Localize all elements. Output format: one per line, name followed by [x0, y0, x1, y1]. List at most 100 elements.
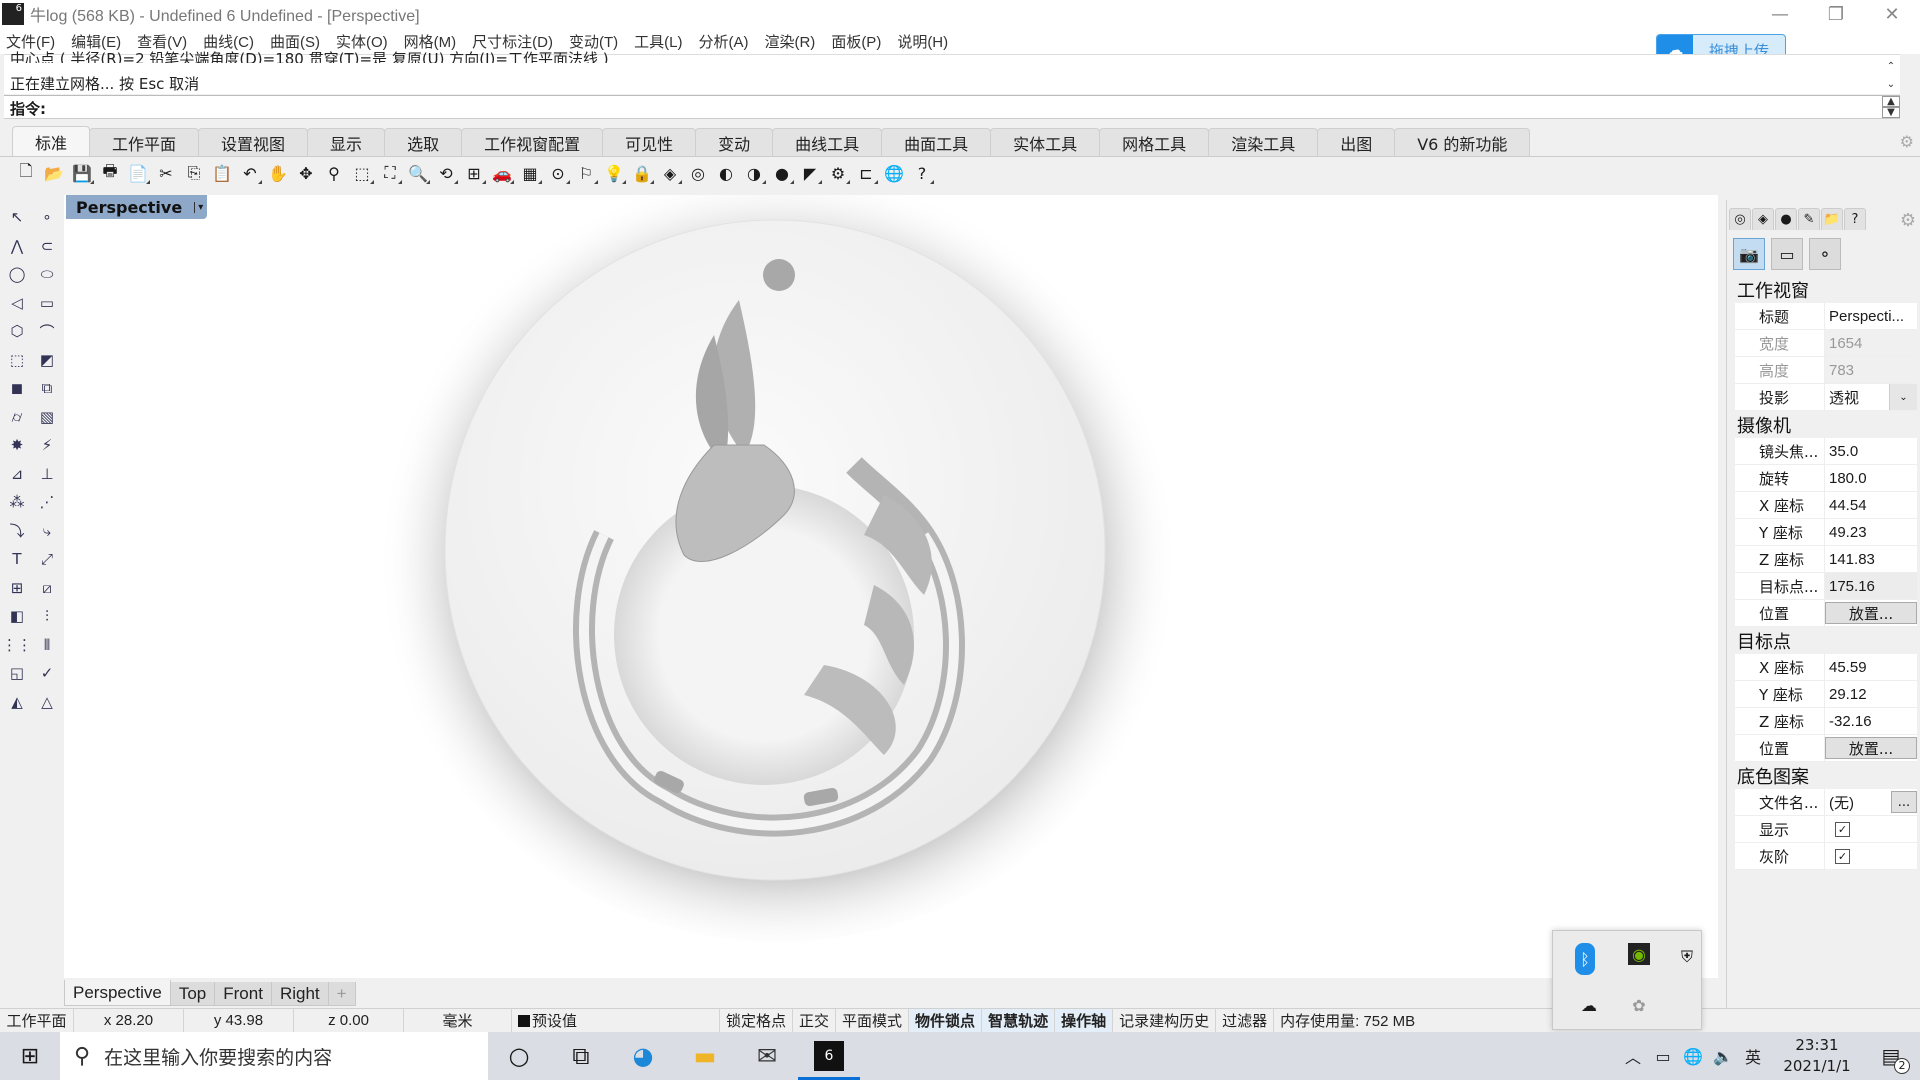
zoom-icon[interactable]: ⚲ [320, 161, 348, 185]
toolbar-tab[interactable]: 工作视窗配置 [461, 128, 604, 156]
help-panel-icon[interactable]: ? [1844, 208, 1866, 230]
camera-icon[interactable]: 📷 [1733, 238, 1765, 270]
grayscale-checkbox[interactable]: ✓ [1835, 848, 1850, 864]
box-icon[interactable]: ◼ [4, 375, 30, 401]
viewport-tab[interactable]: Front [214, 982, 272, 1006]
volume-icon[interactable]: 🔈 [1708, 1047, 1738, 1066]
toolbar-tab[interactable]: 出图 [1317, 128, 1396, 156]
polyline-icon[interactable]: ⋀ [4, 233, 30, 259]
status-toggle[interactable]: 过滤器 [1216, 1008, 1275, 1033]
nvidia-icon[interactable]: ◉ [1628, 943, 1650, 965]
curve-icon[interactable]: ⊂ [34, 233, 60, 259]
extrude-surface-icon[interactable]: ◩ [34, 347, 60, 373]
circle-icon[interactable]: ◯ [4, 261, 30, 287]
color-wheel-icon[interactable]: ◎ [684, 161, 712, 185]
save-icon[interactable]: 💾 [68, 161, 96, 185]
bluetooth-icon[interactable]: ᛒ [1575, 943, 1595, 975]
cortana-icon[interactable]: ○ [488, 1032, 550, 1080]
spotlight-icon[interactable]: ◤ [796, 161, 824, 185]
layers-icon[interactable]: ◈ [1752, 208, 1774, 230]
globe-icon[interactable]: 🌐 [880, 161, 908, 185]
target-z-field[interactable]: -32.16 [1825, 708, 1917, 734]
browse-button[interactable]: ... [1891, 791, 1917, 813]
rhino-taskbar-icon[interactable]: 6 [798, 1032, 860, 1080]
menu-item[interactable]: 分析(A) [698, 31, 748, 52]
status-toggle[interactable]: 物件锁点 [909, 1008, 983, 1033]
open-folder-icon[interactable]: 📂 [40, 161, 68, 185]
ungroup-icon[interactable]: ⋰ [34, 489, 60, 515]
onedrive-offline-icon[interactable]: ☁ [1573, 989, 1605, 1021]
rendered-sphere-icon[interactable]: ◑ [740, 161, 768, 185]
taskbar-search[interactable]: ⚲ 在这里输入你要搜索的内容 [60, 1032, 488, 1080]
layer-status[interactable]: 预设值 [512, 1008, 720, 1033]
show-checkbox[interactable]: ✓ [1835, 821, 1850, 837]
menu-item[interactable]: 面板(P) [831, 31, 881, 52]
point-icon[interactable]: ∘ [34, 204, 60, 230]
close-button[interactable]: ✕ [1864, 0, 1920, 28]
viewport-tab[interactable]: Top [169, 982, 216, 1006]
units-status[interactable]: 毫米 [404, 1008, 512, 1033]
spin-up-icon[interactable]: ▲ [1882, 96, 1900, 107]
render-icon[interactable]: ● [768, 161, 796, 185]
spheres-icon[interactable]: ⚬ [1809, 238, 1841, 270]
toolbar-tab[interactable]: 选取 [384, 128, 463, 156]
print-icon[interactable]: 🖶 [96, 161, 124, 185]
copy-icon[interactable]: ⎘ [180, 161, 208, 185]
toolbar-tab[interactable]: 渲染工具 [1208, 128, 1319, 156]
network-globe-icon[interactable]: 🌐 [1678, 1047, 1708, 1066]
pan-hand-icon[interactable]: ✋ [264, 161, 292, 185]
extend-icon[interactable]: ⊥ [34, 461, 60, 487]
status-toggle[interactable]: 锁定格点 [720, 1008, 794, 1033]
settings-gear-icon[interactable]: ⚙ [824, 161, 852, 185]
projection-select[interactable]: 透视 [1825, 384, 1889, 410]
target-x-field[interactable]: 45.59 [1825, 654, 1917, 680]
viewport-frame-icon[interactable]: ▭ [1771, 238, 1803, 270]
restore-button[interactable]: ❐ [1808, 0, 1864, 28]
cut-icon[interactable]: ✂ [152, 161, 180, 185]
viewport-tab[interactable]: Perspective [64, 980, 171, 1006]
zoom-extents-icon[interactable]: ⛶ [376, 161, 404, 185]
color-wheel-icon[interactable]: ◎ [1729, 208, 1751, 230]
cplane-status[interactable]: 工作平面 [0, 1008, 74, 1033]
camera-z-field[interactable]: 141.83 [1825, 546, 1917, 572]
baidu-cloud-icon[interactable]: ✿ [1623, 989, 1655, 1021]
task-view-icon[interactable]: ⧉ [550, 1032, 612, 1080]
command-line[interactable]: 指令: ▲ ▼ [4, 95, 1900, 119]
windows-start-icon[interactable]: ⊞ [0, 1032, 60, 1080]
dimension-icon[interactable]: ⊏ [852, 161, 880, 185]
chevron-down-icon[interactable]: ⌄ [1889, 384, 1917, 410]
export-icon[interactable]: 📄 [124, 161, 152, 185]
toolbar-tab[interactable]: 标准 [12, 126, 91, 156]
add-viewport-tab-icon[interactable]: + [327, 982, 356, 1006]
point-icon[interactable]: ⊙ [544, 161, 572, 185]
array-icon[interactable]: ⊞ [4, 575, 30, 601]
grid-icon[interactable]: ▦ [516, 161, 544, 185]
status-toggle[interactable]: 平面模式 [836, 1008, 910, 1033]
material-icon[interactable]: ● [1775, 208, 1797, 230]
help-icon[interactable]: ? [908, 161, 936, 185]
status-toggle[interactable]: 正交 [793, 1008, 837, 1033]
rotate-view-icon[interactable]: ✥ [292, 161, 320, 185]
shapes-icon[interactable]: ◭ [4, 689, 30, 715]
show-hidden-icons-chevron-icon[interactable]: ︿ [1618, 1044, 1648, 1068]
security-shield-icon[interactable]: ⛨ [1671, 941, 1703, 973]
ellipse-icon[interactable]: ⬭ [34, 261, 60, 287]
status-toggle[interactable]: 智慧轨迹 [982, 1008, 1056, 1033]
scroll-down-icon[interactable]: ⌄ [1882, 75, 1900, 93]
edge-browser-icon[interactable]: ◕ [612, 1032, 674, 1080]
solid-edit-icon[interactable]: ◧ [4, 603, 30, 629]
scroll-up-icon[interactable]: ⌃ [1882, 57, 1900, 75]
car-icon[interactable]: 🚗 [488, 161, 516, 185]
toolbar-tab[interactable]: 网格工具 [1099, 128, 1210, 156]
layer-icon[interactable]: ◈ [656, 161, 684, 185]
toolbar-tab[interactable]: 曲面工具 [881, 128, 992, 156]
clock[interactable]: 23:31 2021/1/1 [1772, 1035, 1862, 1077]
text-icon[interactable]: T [4, 546, 30, 572]
check-icon[interactable]: ✓ [34, 660, 60, 686]
folder-icon[interactable]: 📁 [1821, 208, 1843, 230]
split-icon[interactable]: ⚡ [34, 432, 60, 458]
panel-settings-gear-icon[interactable]: ⚙ [1900, 210, 1916, 231]
toolbar-settings-gear-icon[interactable]: ⚙ [1900, 132, 1914, 151]
toolbar-tab[interactable]: 曲线工具 [772, 128, 883, 156]
toolbar-tab[interactable]: 实体工具 [990, 128, 1101, 156]
